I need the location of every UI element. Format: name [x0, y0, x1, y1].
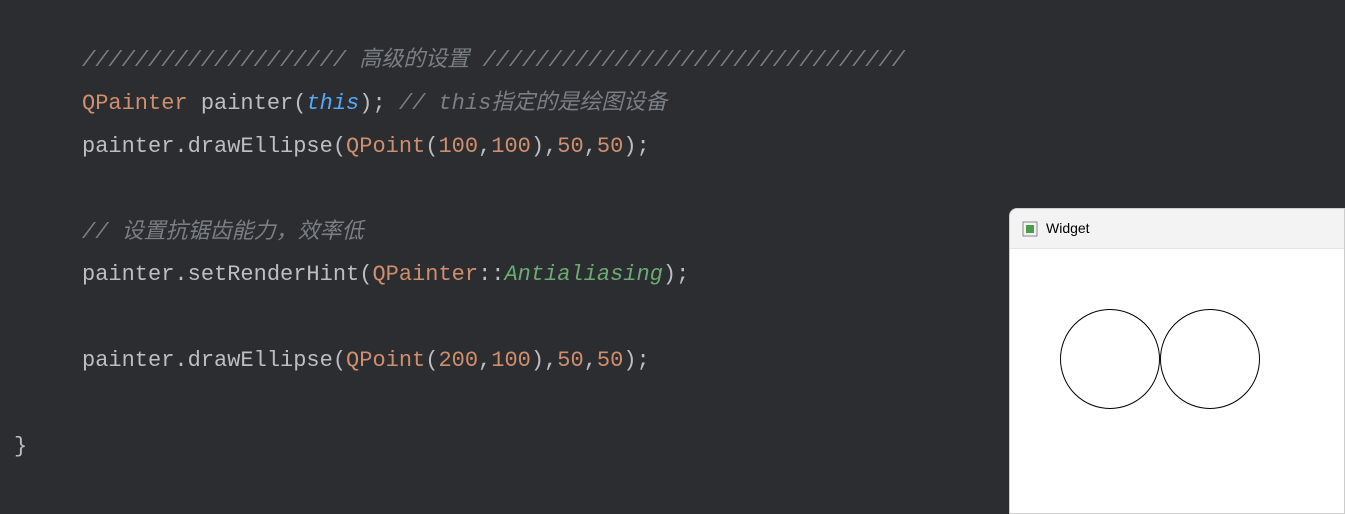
ellipse-1 — [1060, 309, 1160, 409]
method-call: painter.setRenderHint( — [82, 262, 372, 287]
type-name: QPoint — [346, 348, 425, 373]
method-call: painter.drawEllipse( — [82, 348, 346, 373]
paren: ( — [425, 348, 438, 373]
number-literal: 100 — [491, 134, 531, 159]
widget-app-icon — [1022, 221, 1038, 237]
comma: , — [584, 348, 597, 373]
code-line-2: QPainter painter(this); // this指定的是绘图设备 — [82, 83, 1345, 126]
identifier: painter( — [188, 91, 307, 116]
line-end: ); — [623, 348, 649, 373]
paren: ), — [531, 134, 557, 159]
widget-window[interactable]: Widget — [1009, 208, 1345, 514]
number-literal: 50 — [557, 134, 583, 159]
number-literal: 100 — [491, 348, 531, 373]
enum-value: Antialiasing — [504, 262, 662, 287]
number-literal: 100 — [438, 134, 478, 159]
widget-titlebar[interactable]: Widget — [1010, 209, 1344, 249]
code-line-3: painter.drawEllipse(QPoint(100,100),50,5… — [82, 126, 1345, 169]
number-literal: 50 — [557, 348, 583, 373]
ellipse-2 — [1160, 309, 1260, 409]
widget-content — [1010, 249, 1344, 513]
comma: , — [584, 134, 597, 159]
code-line-4 — [82, 169, 1345, 212]
paren: ), — [531, 348, 557, 373]
comment-text: // 设置抗锯齿能力，效率低 — [82, 220, 364, 245]
closing-brace: } — [14, 434, 27, 459]
keyword-this: this — [306, 91, 359, 116]
comma: , — [478, 134, 491, 159]
number-literal: 50 — [597, 134, 623, 159]
number-literal: 200 — [438, 348, 478, 373]
window-title: Widget — [1046, 215, 1090, 242]
line-end: ); — [623, 134, 649, 159]
comment-text: //////////////////// 高级的设置 /////////////… — [82, 48, 905, 73]
paren: ); — [359, 91, 399, 116]
method-call: painter.drawEllipse( — [82, 134, 346, 159]
code-line-1: //////////////////// 高级的设置 /////////////… — [82, 40, 1345, 83]
type-name: QPoint — [346, 134, 425, 159]
type-name: QPainter — [372, 262, 478, 287]
comment-text: // this指定的是绘图设备 — [399, 91, 667, 116]
paren: ( — [425, 134, 438, 159]
comma: , — [478, 348, 491, 373]
line-end: ); — [663, 262, 689, 287]
scope-op: :: — [478, 262, 504, 287]
number-literal: 50 — [597, 348, 623, 373]
type-name: QPainter — [82, 91, 188, 116]
